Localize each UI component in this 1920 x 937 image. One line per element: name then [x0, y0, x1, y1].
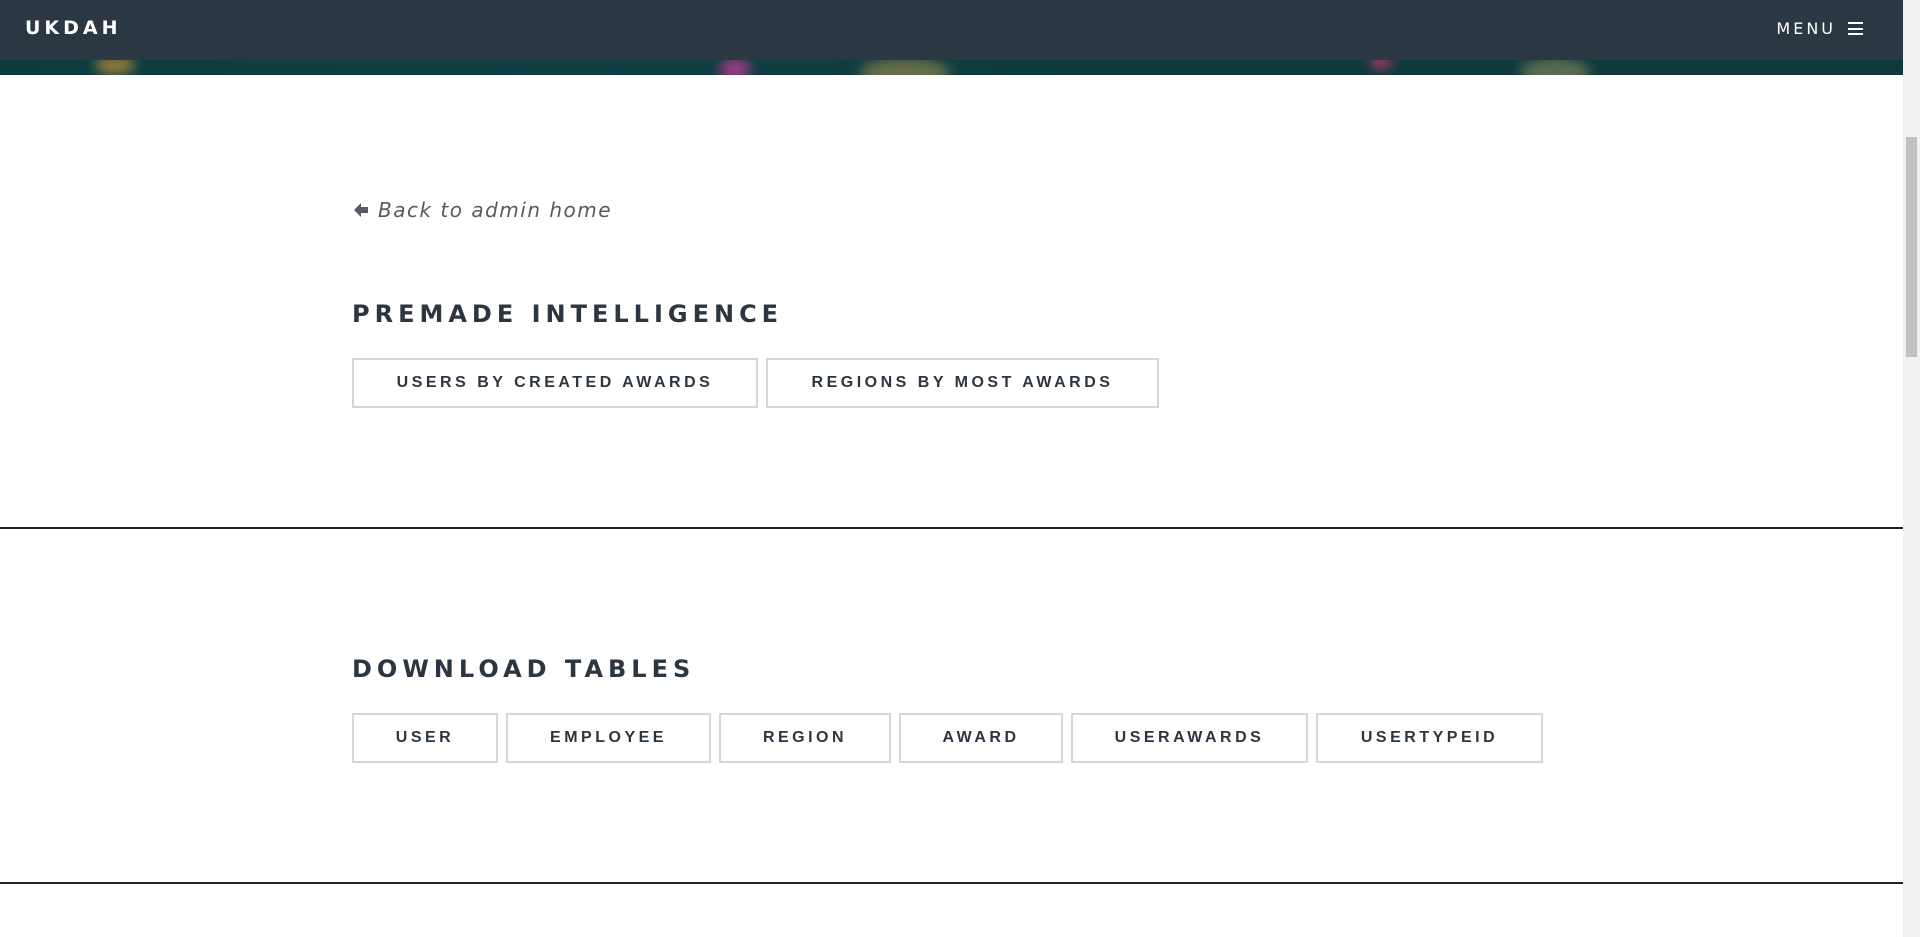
- brand-logo[interactable]: UKDAH: [25, 17, 122, 39]
- download-employee-button[interactable]: EMPLOYEE: [506, 713, 711, 763]
- scrollbar-thumb[interactable]: [1906, 137, 1917, 357]
- section-divider: [0, 527, 1903, 529]
- download-userawards-button[interactable]: USERAWARDS: [1071, 713, 1308, 763]
- back-link-label: Back to admin home: [378, 198, 613, 222]
- page: UKDAH MENU Back to admin home PREMADE IN…: [0, 0, 1903, 937]
- premade-intelligence-buttons: USERS BY CREATED AWARDS REGIONS BY MOST …: [352, 358, 1159, 408]
- regions-by-most-awards-button[interactable]: REGIONS BY MOST AWARDS: [766, 358, 1159, 408]
- download-award-button[interactable]: AWARD: [899, 713, 1063, 763]
- download-tables-title: DOWNLOAD TABLES: [352, 655, 696, 683]
- download-usertypeid-button[interactable]: USERTYPEID: [1316, 713, 1543, 763]
- section-divider: [0, 882, 1903, 884]
- premade-intelligence-title: PREMADE INTELLIGENCE: [352, 300, 784, 328]
- vertical-scrollbar[interactable]: [1903, 0, 1920, 937]
- menu-label: MENU: [1776, 19, 1836, 38]
- download-user-button[interactable]: USER: [352, 713, 498, 763]
- download-region-button[interactable]: REGION: [719, 713, 891, 763]
- menu-button[interactable]: MENU: [1776, 19, 1863, 38]
- users-by-created-awards-button[interactable]: USERS BY CREATED AWARDS: [352, 358, 758, 408]
- top-navbar: UKDAH MENU: [0, 0, 1903, 60]
- download-tables-buttons: USER EMPLOYEE REGION AWARD USERAWARDS US…: [352, 713, 1543, 763]
- arrow-left-icon: [354, 203, 368, 217]
- back-to-admin-link[interactable]: Back to admin home: [352, 198, 612, 222]
- hamburger-icon: [1848, 22, 1863, 35]
